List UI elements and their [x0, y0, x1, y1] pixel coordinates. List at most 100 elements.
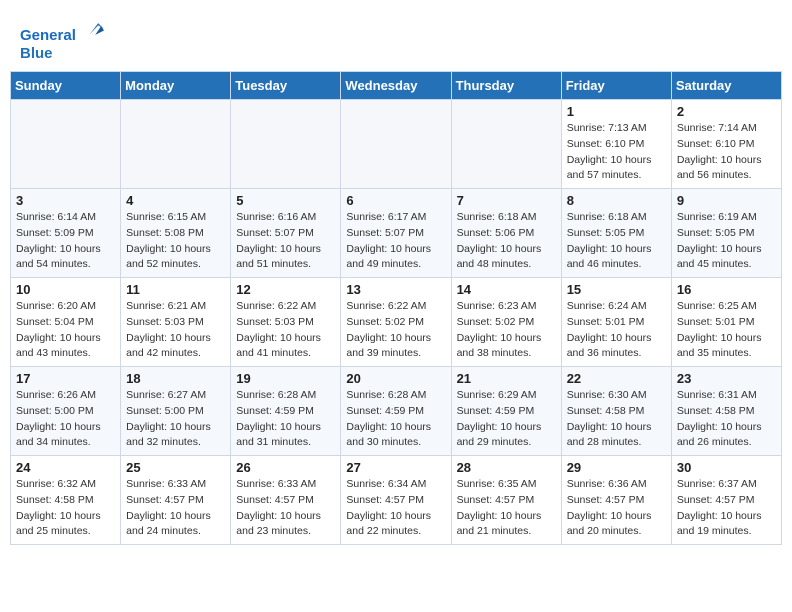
day-number: 24: [16, 460, 115, 475]
day-info: Sunrise: 6:14 AM Sunset: 5:09 PM Dayligh…: [16, 210, 115, 273]
day-number: 23: [677, 371, 776, 386]
calendar-cell: 13Sunrise: 6:22 AM Sunset: 5:02 PM Dayli…: [341, 278, 451, 367]
day-number: 26: [236, 460, 335, 475]
weekday-tuesday: Tuesday: [231, 72, 341, 100]
day-info: Sunrise: 6:22 AM Sunset: 5:03 PM Dayligh…: [236, 299, 335, 362]
calendar-cell: [451, 100, 561, 189]
day-info: Sunrise: 6:23 AM Sunset: 5:02 PM Dayligh…: [457, 299, 556, 362]
calendar-container: SundayMondayTuesdayWednesdayThursdayFrid…: [0, 71, 792, 555]
calendar-cell: 29 Sunrise: 6:36 AM Sunset: 4:57 PM Dayli…: [561, 456, 671, 545]
calendar-cell: 17 Sunrise: 6:26 AM Sunset: 5:00 PM Dayli…: [11, 367, 121, 456]
week-row-4: 24Sunrise: 6:32 AM Sunset: 4:58 PM Dayli…: [11, 456, 782, 545]
calendar-cell: 5 Sunrise: 6:16 AM Sunset: 5:07 PM Daylig…: [231, 189, 341, 278]
day-info: Sunrise: 6:21 AM Sunset: 5:03 PM Dayligh…: [126, 299, 225, 362]
logo-blue: Blue: [20, 45, 104, 63]
weekday-thursday: Thursday: [451, 72, 561, 100]
day-info: Sunrise: 6:33 AM Sunset: 4:57 PM Dayligh…: [236, 477, 335, 540]
day-info: Sunrise: 6:30 AM Sunset: 4:58 PM Dayligh…: [567, 388, 666, 451]
calendar-cell: 2 Sunrise: 7:14 AM Sunset: 6:10 PM Daylig…: [671, 100, 781, 189]
day-info: Sunrise: 6:16 AM Sunset: 5:07 PM Dayligh…: [236, 210, 335, 273]
day-info: Sunrise: 6:19 AM Sunset: 5:05 PM Dayligh…: [677, 210, 776, 273]
day-number: 5: [236, 193, 335, 208]
calendar-cell: 22 Sunrise: 6:30 AM Sunset: 4:58 PM Dayli…: [561, 367, 671, 456]
day-info: Sunrise: 6:17 AM Sunset: 5:07 PM Dayligh…: [346, 210, 445, 273]
day-info: Sunrise: 6:36 AM Sunset: 4:57 PM Dayligh…: [567, 477, 666, 540]
day-info: Sunrise: 6:37 AM Sunset: 4:57 PM Dayligh…: [677, 477, 776, 540]
day-number: 29: [567, 460, 666, 475]
day-info: Sunrise: 7:14 AM Sunset: 6:10 PM Dayligh…: [677, 121, 776, 184]
calendar-cell: 26 Sunrise: 6:33 AM Sunset: 4:57 PM Dayli…: [231, 456, 341, 545]
calendar-table: SundayMondayTuesdayWednesdayThursdayFrid…: [10, 71, 782, 545]
day-info: Sunrise: 7:13 AM Sunset: 6:10 PM Dayligh…: [567, 121, 666, 184]
day-number: 20: [346, 371, 445, 386]
day-info: Sunrise: 6:18 AM Sunset: 5:06 PM Dayligh…: [457, 210, 556, 273]
day-number: 27: [346, 460, 445, 475]
calendar-cell: 7 Sunrise: 6:18 AM Sunset: 5:06 PM Daylig…: [451, 189, 561, 278]
day-number: 1: [567, 104, 666, 119]
week-row-3: 17 Sunrise: 6:26 AM Sunset: 5:00 PM Dayli…: [11, 367, 782, 456]
logo: General Blue: [20, 18, 104, 63]
day-number: 6: [346, 193, 445, 208]
weekday-saturday: Saturday: [671, 72, 781, 100]
day-info: Sunrise: 6:25 AM Sunset: 5:01 PM Dayligh…: [677, 299, 776, 362]
day-number: 10: [16, 282, 115, 297]
day-info: Sunrise: 6:18 AM Sunset: 5:05 PM Dayligh…: [567, 210, 666, 273]
weekday-monday: Monday: [121, 72, 231, 100]
calendar-cell: 11Sunrise: 6:21 AM Sunset: 5:03 PM Dayli…: [121, 278, 231, 367]
calendar-cell: 9 Sunrise: 6:19 AM Sunset: 5:05 PM Daylig…: [671, 189, 781, 278]
day-info: Sunrise: 6:35 AM Sunset: 4:57 PM Dayligh…: [457, 477, 556, 540]
calendar-cell: 8 Sunrise: 6:18 AM Sunset: 5:05 PM Daylig…: [561, 189, 671, 278]
calendar-cell: 27 Sunrise: 6:34 AM Sunset: 4:57 PM Dayli…: [341, 456, 451, 545]
calendar-cell: [11, 100, 121, 189]
logo-general: General: [20, 27, 76, 44]
calendar-cell: 24Sunrise: 6:32 AM Sunset: 4:58 PM Dayli…: [11, 456, 121, 545]
day-info: Sunrise: 6:20 AM Sunset: 5:04 PM Dayligh…: [16, 299, 115, 362]
calendar-cell: 21 Sunrise: 6:29 AM Sunset: 4:59 PM Dayli…: [451, 367, 561, 456]
day-number: 25: [126, 460, 225, 475]
day-number: 14: [457, 282, 556, 297]
day-number: 16: [677, 282, 776, 297]
weekday-friday: Friday: [561, 72, 671, 100]
day-number: 18: [126, 371, 225, 386]
day-info: Sunrise: 6:31 AM Sunset: 4:58 PM Dayligh…: [677, 388, 776, 451]
day-info: Sunrise: 6:33 AM Sunset: 4:57 PM Dayligh…: [126, 477, 225, 540]
calendar-cell: 12 Sunrise: 6:22 AM Sunset: 5:03 PM Dayli…: [231, 278, 341, 367]
day-info: Sunrise: 6:28 AM Sunset: 4:59 PM Dayligh…: [236, 388, 335, 451]
weekday-wednesday: Wednesday: [341, 72, 451, 100]
calendar-cell: 14 Sunrise: 6:23 AM Sunset: 5:02 PM Dayli…: [451, 278, 561, 367]
calendar-cell: 28 Sunrise: 6:35 AM Sunset: 4:57 PM Dayli…: [451, 456, 561, 545]
day-number: 8: [567, 193, 666, 208]
day-number: 21: [457, 371, 556, 386]
calendar-cell: 25 Sunrise: 6:33 AM Sunset: 4:57 PM Dayli…: [121, 456, 231, 545]
day-number: 12: [236, 282, 335, 297]
weekday-header-row: SundayMondayTuesdayWednesdayThursdayFrid…: [11, 72, 782, 100]
calendar-cell: 19 Sunrise: 6:28 AM Sunset: 4:59 PM Dayli…: [231, 367, 341, 456]
calendar-cell: 1 Sunrise: 7:13 AM Sunset: 6:10 PM Daylig…: [561, 100, 671, 189]
day-info: Sunrise: 6:15 AM Sunset: 5:08 PM Dayligh…: [126, 210, 225, 273]
day-number: 22: [567, 371, 666, 386]
day-number: 9: [677, 193, 776, 208]
calendar-cell: [231, 100, 341, 189]
day-number: 28: [457, 460, 556, 475]
calendar-cell: 3Sunrise: 6:14 AM Sunset: 5:09 PM Daylig…: [11, 189, 121, 278]
calendar-cell: [121, 100, 231, 189]
day-info: Sunrise: 6:27 AM Sunset: 5:00 PM Dayligh…: [126, 388, 225, 451]
day-info: Sunrise: 6:29 AM Sunset: 4:59 PM Dayligh…: [457, 388, 556, 451]
week-row-1: 3Sunrise: 6:14 AM Sunset: 5:09 PM Daylig…: [11, 189, 782, 278]
day-info: Sunrise: 6:26 AM Sunset: 5:00 PM Dayligh…: [16, 388, 115, 451]
calendar-cell: 10 Sunrise: 6:20 AM Sunset: 5:04 PM Dayli…: [11, 278, 121, 367]
day-info: Sunrise: 6:22 AM Sunset: 5:02 PM Dayligh…: [346, 299, 445, 362]
week-row-0: 1 Sunrise: 7:13 AM Sunset: 6:10 PM Daylig…: [11, 100, 782, 189]
calendar-cell: 18 Sunrise: 6:27 AM Sunset: 5:00 PM Dayli…: [121, 367, 231, 456]
calendar-cell: 16 Sunrise: 6:25 AM Sunset: 5:01 PM Dayli…: [671, 278, 781, 367]
weekday-sunday: Sunday: [11, 72, 121, 100]
day-number: 17: [16, 371, 115, 386]
day-number: 2: [677, 104, 776, 119]
logo-icon: [82, 18, 104, 40]
calendar-cell: 30 Sunrise: 6:37 AM Sunset: 4:57 PM Dayli…: [671, 456, 781, 545]
day-number: 19: [236, 371, 335, 386]
day-info: Sunrise: 6:34 AM Sunset: 4:57 PM Dayligh…: [346, 477, 445, 540]
day-number: 30: [677, 460, 776, 475]
week-row-2: 10 Sunrise: 6:20 AM Sunset: 5:04 PM Dayli…: [11, 278, 782, 367]
day-number: 7: [457, 193, 556, 208]
